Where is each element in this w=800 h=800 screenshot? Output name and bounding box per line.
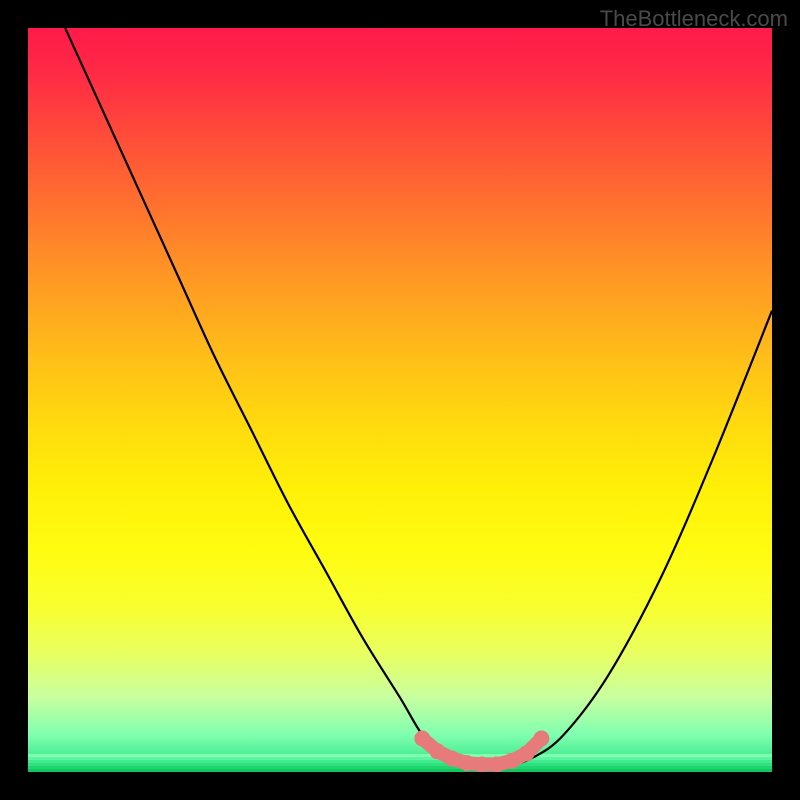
chart-plot-area <box>28 28 772 772</box>
marker-dot <box>474 757 490 772</box>
marker-dot <box>459 755 475 771</box>
watermark-text: TheBottleneck.com <box>600 6 788 32</box>
marker-dot <box>518 745 534 761</box>
marker-group <box>414 731 549 772</box>
marker-dot <box>444 751 460 767</box>
marker-dot <box>489 757 505 772</box>
chart-svg <box>28 28 772 772</box>
bottleneck-curve-line <box>65 28 772 765</box>
marker-dot <box>504 753 520 769</box>
marker-dot <box>533 731 549 747</box>
marker-dot <box>414 731 430 747</box>
marker-dot <box>429 743 445 759</box>
